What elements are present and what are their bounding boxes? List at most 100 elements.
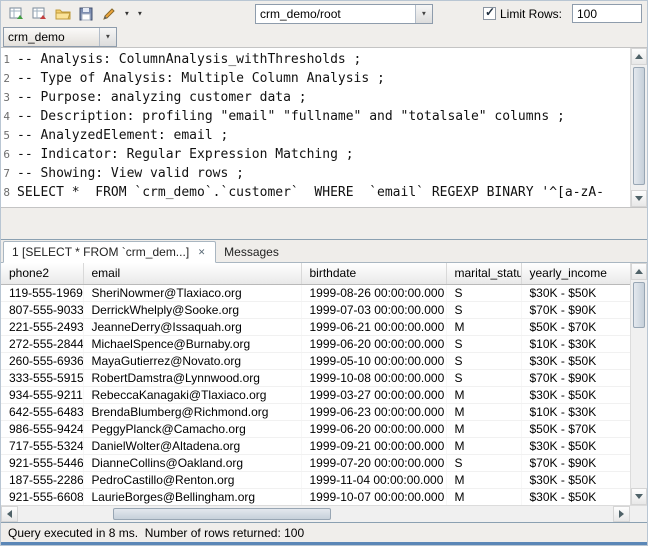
chevron-down-icon[interactable] xyxy=(415,5,432,23)
table-row[interactable]: 119-555-1969SheriNowmer@Tlaxiaco.org1999… xyxy=(1,284,630,301)
result-table: phone2emailbirthdatemarital_statusyearly… xyxy=(1,263,630,505)
scroll-up-icon[interactable] xyxy=(631,48,647,65)
table-cell: PedroCastillo@Renton.org xyxy=(83,471,301,488)
table-row[interactable]: 333-555-5915RobertDamstra@Lynnwood.org19… xyxy=(1,369,630,386)
dropdown-icon[interactable] xyxy=(121,3,132,24)
table-cell: 1999-06-20 00:00:00.000 xyxy=(301,420,446,437)
line-number: 8 xyxy=(1,186,17,199)
tab-label: Messages xyxy=(224,245,279,259)
connection-combo-value: crm_demo/root xyxy=(256,7,415,21)
table-cell: 986-555-9424 xyxy=(1,420,83,437)
edit-query-icon[interactable] xyxy=(98,3,119,24)
dropdown-icon[interactable] xyxy=(134,3,145,24)
sql-code-text: -- AnalyzedElement: email ; xyxy=(17,128,228,143)
column-header-birthdate[interactable]: birthdate xyxy=(301,263,446,284)
table-cell: 272-555-2844 xyxy=(1,335,83,352)
scroll-left-icon[interactable] xyxy=(1,506,18,522)
line-number: 3 xyxy=(1,91,17,104)
table-row[interactable]: 921-555-5446DianneCollins@Oakland.org199… xyxy=(1,454,630,471)
limit-rows-checkbox[interactable] xyxy=(483,7,496,20)
table-cell: $70K - $90K xyxy=(521,369,630,386)
table-cell: MayaGutierrez@Novato.org xyxy=(83,352,301,369)
table-cell: 807-555-9033 xyxy=(1,301,83,318)
table-cell: JeanneDerry@Issaquah.org xyxy=(83,318,301,335)
table-cell: M xyxy=(446,403,521,420)
column-header-yearly_income[interactable]: yearly_income xyxy=(521,263,630,284)
table-horizontal-scrollbar[interactable] xyxy=(1,505,647,522)
save-file-icon[interactable] xyxy=(75,3,96,24)
scroll-down-icon[interactable] xyxy=(631,488,647,505)
export-all-icon xyxy=(32,6,48,22)
table-cell: M xyxy=(446,488,521,505)
sql-line: 8SELECT * FROM `crm_demo`.`customer` WHE… xyxy=(1,183,630,202)
scroll-track[interactable] xyxy=(18,506,613,522)
editor-vertical-scrollbar[interactable] xyxy=(630,48,647,207)
table-cell: MichaelSpence@Burnaby.org xyxy=(83,335,301,352)
tab-1-select-from-crm-dem[interactable]: 1 [SELECT * FROM `crm_dem...] xyxy=(3,241,216,263)
table-row[interactable]: 260-555-6936MayaGutierrez@Novato.org1999… xyxy=(1,352,630,369)
open-folder-icon xyxy=(55,6,71,22)
database-combo[interactable]: crm_demo xyxy=(3,27,117,47)
table-cell: $50K - $70K xyxy=(521,420,630,437)
column-header-email[interactable]: email xyxy=(83,263,301,284)
window-bottom-border xyxy=(1,542,647,545)
table-cell: $70K - $90K xyxy=(521,301,630,318)
table-row[interactable]: 272-555-2844MichaelSpence@Burnaby.org199… xyxy=(1,335,630,352)
limit-rows-label: Limit Rows: xyxy=(500,7,562,21)
table-cell: 187-555-2286 xyxy=(1,471,83,488)
table-cell: 1999-06-20 00:00:00.000 xyxy=(301,335,446,352)
scroll-thumb[interactable] xyxy=(633,67,645,185)
table-row[interactable]: 921-555-6608LaurieBorges@Bellingham.org1… xyxy=(1,488,630,505)
sql-editor[interactable]: 1-- Analysis: ColumnAnalysis_withThresho… xyxy=(1,47,647,208)
table-row[interactable]: 221-555-2493JeanneDerry@Issaquah.org1999… xyxy=(1,318,630,335)
tab-messages[interactable]: Messages xyxy=(216,241,287,263)
limit-rows-group: Limit Rows: xyxy=(483,4,642,23)
column-header-marital_status[interactable]: marital_status xyxy=(446,263,521,284)
export-result-icon[interactable] xyxy=(6,3,27,24)
table-cell: S xyxy=(446,352,521,369)
scroll-down-icon[interactable] xyxy=(631,190,647,207)
close-icon[interactable] xyxy=(196,247,207,258)
scroll-up-icon[interactable] xyxy=(631,263,647,280)
table-cell: 642-555-6483 xyxy=(1,403,83,420)
table-row[interactable]: 187-555-2286PedroCastillo@Renton.org1999… xyxy=(1,471,630,488)
sql-code-text: -- Purpose: analyzing customer data ; xyxy=(17,90,307,105)
export-all-icon[interactable] xyxy=(29,3,50,24)
scroll-right-icon[interactable] xyxy=(613,506,630,522)
sql-code-text: -- Description: profiling "email" "fulln… xyxy=(17,109,565,124)
table-cell: 1999-10-07 00:00:00.000 xyxy=(301,488,446,505)
chevron-down-icon[interactable] xyxy=(99,28,116,46)
table-row[interactable]: 642-555-6483BrendaBlumberg@Richmond.org1… xyxy=(1,403,630,420)
table-cell: M xyxy=(446,318,521,335)
scroll-thumb[interactable] xyxy=(633,282,645,328)
table-cell: 1999-07-20 00:00:00.000 xyxy=(301,454,446,471)
column-header-phone2[interactable]: phone2 xyxy=(1,263,83,284)
scroll-track[interactable] xyxy=(631,280,647,488)
table-cell: 1999-03-27 00:00:00.000 xyxy=(301,386,446,403)
table-cell: 119-555-1969 xyxy=(1,284,83,301)
table-cell: 1999-06-21 00:00:00.000 xyxy=(301,318,446,335)
sql-code-text: -- Indicator: Regular Expression Matchin… xyxy=(17,147,354,162)
table-cell: 1999-05-10 00:00:00.000 xyxy=(301,352,446,369)
scroll-thumb[interactable] xyxy=(113,508,331,520)
scroll-track[interactable] xyxy=(631,65,647,190)
table-row[interactable]: 986-555-9424PeggyPlanck@Camacho.org1999-… xyxy=(1,420,630,437)
results-panel: 1 [SELECT * FROM `crm_dem...] Messages ph… xyxy=(1,239,647,523)
table-cell: $10K - $30K xyxy=(521,403,630,420)
sql-line: 7-- Showing: View valid rows ; xyxy=(1,164,630,183)
table-row[interactable]: 934-555-9211RebeccaKanagaki@Tlaxiaco.org… xyxy=(1,386,630,403)
open-file-icon[interactable] xyxy=(52,3,73,24)
limit-rows-input[interactable] xyxy=(572,4,642,23)
table-cell: 1999-07-03 00:00:00.000 xyxy=(301,301,446,318)
sql-editor-window: crm_demo/root Limit Rows: crm_demo 1-- A… xyxy=(0,0,648,546)
sql-text[interactable]: 1-- Analysis: ColumnAnalysis_withThresho… xyxy=(1,50,630,202)
table-row[interactable]: 717-555-5324DanielWolter@Altadena.org199… xyxy=(1,437,630,454)
pencil-icon xyxy=(101,6,117,22)
splitter[interactable] xyxy=(1,208,647,239)
table-cell: PeggyPlanck@Camacho.org xyxy=(83,420,301,437)
table-vertical-scrollbar[interactable] xyxy=(630,263,647,505)
table-cell: 921-555-6608 xyxy=(1,488,83,505)
connection-combo[interactable]: crm_demo/root xyxy=(255,4,433,24)
table-row[interactable]: 807-555-9033DerrickWhelply@Sooke.org1999… xyxy=(1,301,630,318)
table-cell: 934-555-9211 xyxy=(1,386,83,403)
